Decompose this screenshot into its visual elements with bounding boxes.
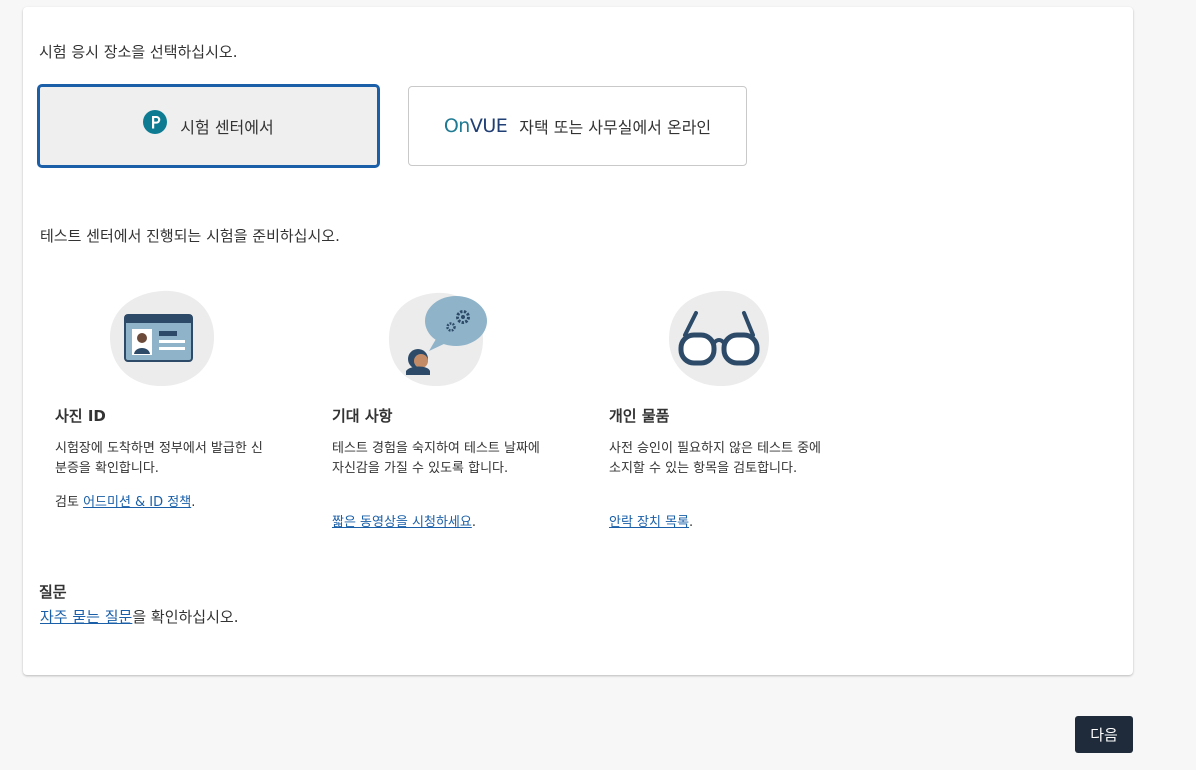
expectations-link-line: 짧은 동영상을 시청하세요. <box>332 515 476 530</box>
id-card-icon <box>109 290 215 387</box>
photo-id-body: 시험장에 도착하면 정부에서 발급한 신분증을 확인합니다. <box>55 441 263 476</box>
pearson-p-icon <box>143 110 168 134</box>
watch-video-link[interactable]: 짧은 동영상을 시청하세요 <box>332 515 472 530</box>
personal-items-title: 개인 물품 <box>609 407 670 425</box>
next-button[interactable]: 다음 <box>1075 716 1133 753</box>
photo-id-title: 사진 ID <box>55 407 106 425</box>
exam-location-card: 시험 응시 장소을 선택하십시오. 시험 센터에서 On VUE 자택 또는 사무… <box>23 7 1133 675</box>
glasses-icon <box>669 290 769 387</box>
expectations-body: 테스트 경험을 숙지하여 테스트 날짜에 자신감을 가질 수 있도록 합니다. <box>332 441 540 476</box>
prep-heading: 테스트 센터에서 진행되는 시험을 준비하십시오. <box>40 227 340 245</box>
expectations-title: 기대 사항 <box>332 407 393 425</box>
onvue-logo: On VUE <box>443 115 508 137</box>
location-prompt: 시험 응시 장소을 선택하십시오. <box>39 43 238 61</box>
option-online-label: 자택 또는 사무실에서 온라인 <box>519 118 712 137</box>
personal-items-link-line: 안락 장치 목록. <box>609 515 694 530</box>
speech-bubble-gears-icon <box>388 292 487 387</box>
comfort-aid-list-link[interactable]: 안락 장치 목록 <box>609 515 689 530</box>
faq-link[interactable]: 자주 묻는 질문 <box>40 608 132 626</box>
option-test-center[interactable]: 시험 센터에서 <box>37 84 380 168</box>
photo-id-link-line: 검토 어드미션 & ID 정책. <box>55 495 196 510</box>
option-online-onvue[interactable]: On VUE 자택 또는 사무실에서 온라인 <box>408 86 747 166</box>
faq-title: 질문 <box>39 583 67 601</box>
admission-id-policy-link[interactable]: 어드미션 & ID 정책 <box>83 495 191 510</box>
option-test-center-label: 시험 센터에서 <box>180 118 274 137</box>
faq-line: 자주 묻는 질문을 확인하십시오. <box>40 608 239 626</box>
personal-items-body: 사전 승인이 필요하지 않은 테스트 중에 소지할 수 있는 항목을 검토합니다… <box>609 441 822 476</box>
